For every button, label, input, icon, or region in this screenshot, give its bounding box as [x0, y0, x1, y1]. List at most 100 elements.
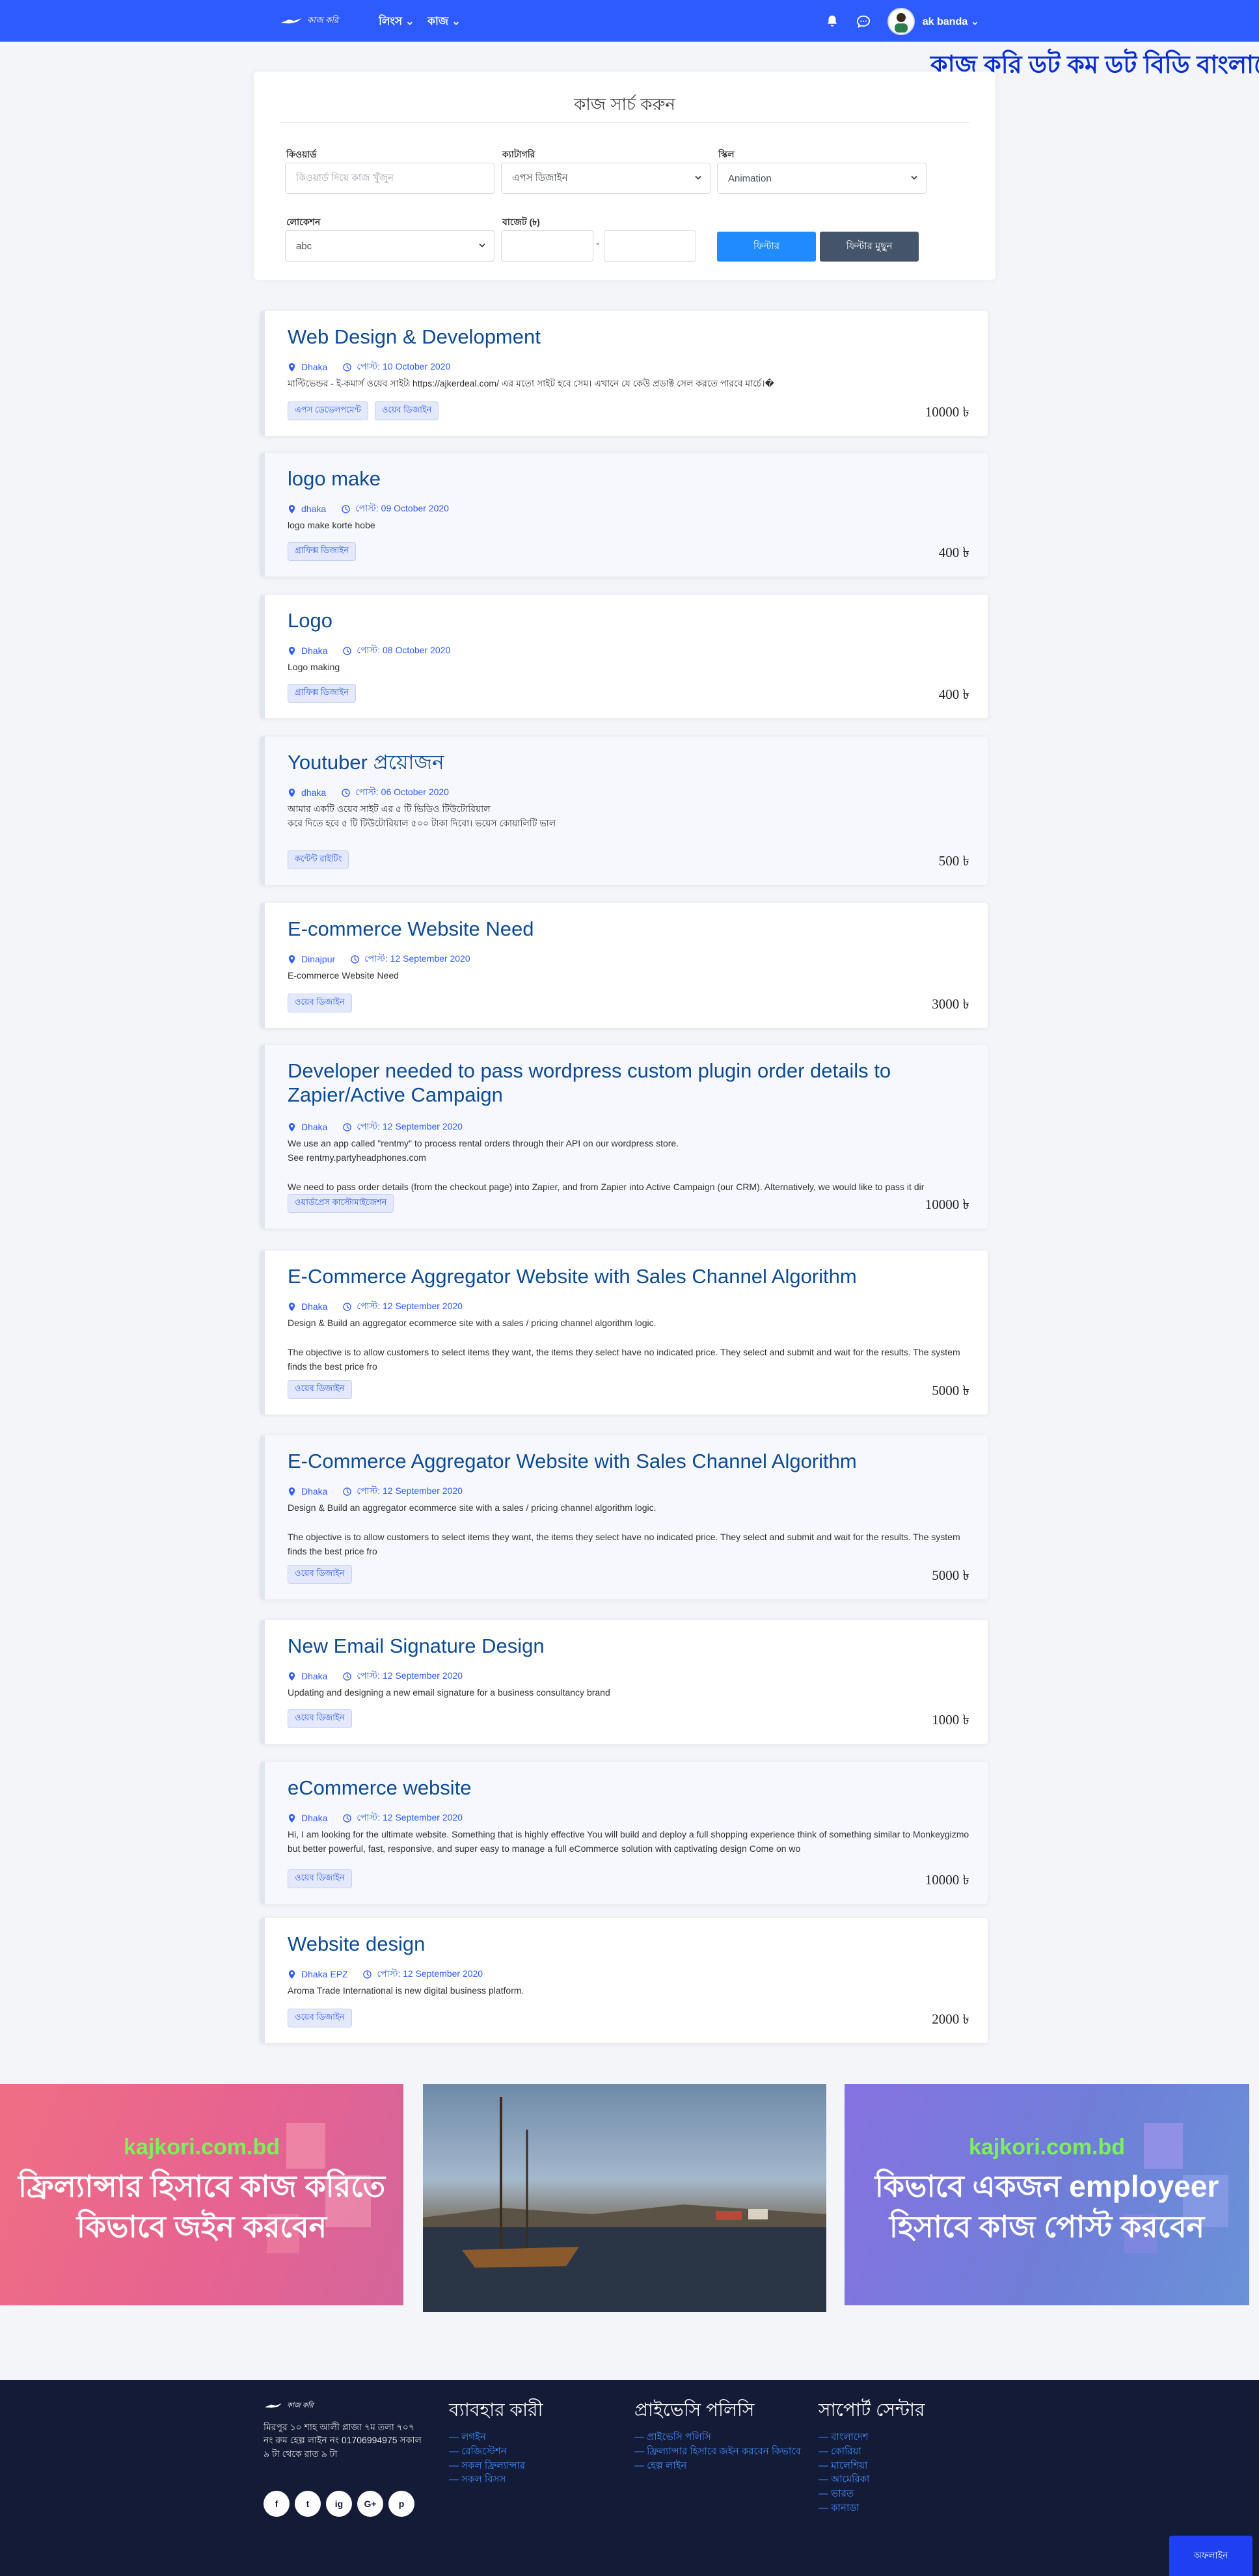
job-card[interactable]: E-commerce Website Need Dinajpur পোস্ট: 1…: [260, 903, 988, 1028]
budget-min-input[interactable]: [501, 230, 593, 262]
job-tag[interactable]: গ্রাফিক্স ডিজাইন: [288, 684, 357, 703]
job-description: Design & Build an aggregator ecommerce s…: [288, 1502, 960, 1557]
job-tags: ওয়ার্ডপ্রেস কাস্টোমাইজেশন: [288, 1194, 394, 1213]
footer-logo[interactable]: কাজ করি: [264, 2400, 314, 2412]
job-tag[interactable]: ওয়েব ডিজাইন: [288, 2009, 352, 2027]
job-title[interactable]: logo make: [288, 467, 938, 491]
google-plus-icon[interactable]: G+: [357, 2491, 383, 2517]
job-posted-date: পোস্ট: 12 September 2020: [357, 1121, 463, 1132]
job-card[interactable]: logo make dhaka পোস্ট: 09 October 2020 log…: [260, 453, 988, 576]
job-title[interactable]: New Email Signature Design: [288, 1634, 938, 1659]
job-card[interactable]: Web Design & Development Dhaka পোস্ট: 10 …: [260, 311, 988, 436]
job-tag[interactable]: কন্টেন্ট রাইটিং: [288, 850, 349, 869]
footer-link[interactable]: ফ্রিল্যান্সার হিসাবে জইন করবেন কিভাবে: [634, 2445, 804, 2459]
banner-post-job[interactable]: kajkori.com.bd কিভাবে একজন employeer হিস…: [845, 2084, 1249, 2305]
footer-link[interactable]: কোরিয়া: [819, 2445, 925, 2459]
footer-link[interactable]: বাংলাদেশ: [819, 2430, 925, 2445]
offline-chat-button[interactable]: অফলাইন: [1169, 2536, 1252, 2576]
job-location: Dhaka: [301, 1301, 328, 1312]
job-description: Logo making: [288, 662, 340, 672]
job-title[interactable]: Developer needed to pass wordpress custo…: [288, 1059, 938, 1107]
instagram-icon[interactable]: ig: [326, 2491, 352, 2517]
job-posted-date: পোস্ট: 12 September 2020: [357, 1485, 463, 1496]
banner-join-freelancer[interactable]: kajkori.com.bd ফ্রিল্যান্সার হিসাবে কাজ …: [0, 2084, 403, 2305]
filter-button[interactable]: ফিল্টার: [717, 232, 816, 262]
nav-item-jobs[interactable]: কাজ ⌄: [427, 13, 461, 31]
pinterest-icon[interactable]: p: [388, 2491, 414, 2517]
job-card[interactable]: E-Commerce Aggregator Website with Sales…: [260, 1251, 988, 1415]
clear-filter-button[interactable]: ফিল্টার মুছুন: [820, 232, 919, 262]
job-price: 500 ৳: [938, 853, 969, 869]
job-card[interactable]: Website design Dhaka EPZ পোস্ট: 12 Septem…: [260, 1918, 988, 2043]
job-title[interactable]: E-Commerce Aggregator Website with Sales…: [288, 1450, 938, 1474]
skill-value: Animation: [728, 172, 772, 184]
job-location: Dhaka: [301, 1813, 328, 1823]
job-title[interactable]: E-commerce Website Need: [288, 917, 938, 942]
category-label: ক্যাটাগরি: [502, 149, 535, 159]
footer-link[interactable]: প্রাইভেসি পলিসি: [634, 2430, 804, 2445]
footer-link[interactable]: সকল ফ্রিল্যান্সার: [449, 2459, 543, 2473]
keyword-input[interactable]: কিওয়ার্ড দিয়ে কাজ খুঁজুন: [285, 163, 494, 194]
job-tag[interactable]: ওয়েব ডিজাইন: [288, 1869, 352, 1888]
skill-select[interactable]: Animation: [717, 163, 927, 194]
job-tag[interactable]: ওয়েব ডিজাইন: [374, 401, 439, 420]
job-meta: Dhaka EPZ পোস্ট: 12 September 2020: [288, 1966, 483, 1982]
facebook-icon[interactable]: f: [264, 2491, 290, 2517]
banner-line-1: কিভাবে একজন employeer: [874, 2169, 1219, 2203]
job-card[interactable]: Logo Dhaka পোস্ট: 08 October 2020 Logo mak…: [260, 595, 988, 718]
job-card[interactable]: eCommerce website Dhaka পোস্ট: 12 Septemb…: [260, 1762, 988, 1904]
site-logo[interactable]: কাজ করি: [280, 14, 338, 28]
footer: কাজ করি মিরপুর ১০ শাহ আলী প্লাজা ৭ম তলা …: [0, 2380, 1259, 2576]
footer-link[interactable]: লগইন: [449, 2430, 543, 2445]
job-title[interactable]: eCommerce website: [288, 1776, 938, 1800]
footer-link[interactable]: আমেরিকা: [819, 2473, 925, 2487]
job-tag[interactable]: ওয়েব ডিজাইন: [288, 1565, 352, 1584]
user-menu[interactable]: ak banda ⌄: [923, 15, 979, 28]
banner-site-name: kajkori.com.bd: [124, 2135, 280, 2160]
nav-item-links[interactable]: লিংস ⌄: [379, 13, 414, 31]
job-posted-date: পোস্ট: 10 October 2020: [357, 361, 451, 372]
job-tag[interactable]: গ্রাফিক্স ডিজাইন: [288, 542, 357, 561]
budget-max-input[interactable]: [604, 230, 696, 262]
location-label: লোকেশন: [286, 217, 321, 227]
footer-link[interactable]: রেজিস্টেশন: [449, 2445, 543, 2459]
job-location: Dhaka EPZ: [301, 1969, 348, 1979]
bell-icon[interactable]: [825, 14, 839, 29]
job-title[interactable]: Youtuber প্রয়োজন: [288, 751, 938, 775]
job-title[interactable]: Web Design & Development: [288, 325, 938, 349]
job-title[interactable]: E-Commerce Aggregator Website with Sales…: [288, 1265, 938, 1289]
job-card[interactable]: New Email Signature Design Dhaka পোস্ট: 1…: [260, 1620, 988, 1744]
job-tag[interactable]: ওয়েব ডিজাইন: [288, 1709, 352, 1728]
job-tag[interactable]: ওয়েব ডিজাইন: [288, 994, 352, 1012]
category-select[interactable]: এপস ডিজাইন: [501, 163, 711, 194]
footer-link[interactable]: সকল বিসস: [449, 2473, 543, 2487]
job-tag[interactable]: ওয়েব ডিজাইন: [288, 1380, 352, 1399]
job-tag[interactable]: এপস ডেভেলপমেন্ট: [288, 401, 368, 420]
job-card[interactable]: E-Commerce Aggregator Website with Sales…: [260, 1435, 988, 1599]
job-card[interactable]: Youtuber প্রয়োজন dhaka পোস্ট: 06 October…: [260, 737, 988, 885]
location-pin-icon: [288, 646, 295, 655]
job-meta: dhaka পোস্ট: 09 October 2020: [288, 501, 449, 517]
footer-col-support: সাপোর্ট সেন্টার বাংলাদেশ কোরিয়া মালেশিয…: [819, 2396, 925, 2515]
job-title[interactable]: Logo: [288, 609, 938, 633]
footer-link[interactable]: মালেশিয়া: [819, 2459, 925, 2473]
job-location: Dinajpur: [301, 954, 336, 964]
avatar[interactable]: [887, 8, 915, 35]
job-price: 400 ৳: [938, 545, 969, 560]
job-location: dhaka: [301, 504, 327, 514]
footer-link[interactable]: হেল্প লাইন: [634, 2459, 804, 2473]
job-posted-date: পোস্ট: 06 October 2020: [355, 787, 449, 797]
location-select[interactable]: abc: [285, 230, 494, 262]
footer-col-users: ব্যাবহার কারী লগইন রেজিস্টেশন সকল ফ্রিল্…: [449, 2396, 543, 2487]
job-tag[interactable]: ওয়ার্ডপ্রেস কাস্টোমাইজেশন: [288, 1194, 394, 1213]
job-title[interactable]: Website design: [288, 1932, 938, 1957]
footer-link[interactable]: ভারত: [819, 2487, 925, 2501]
job-card[interactable]: Developer needed to pass wordpress custo…: [260, 1045, 988, 1228]
job-location: Dhaka: [301, 1486, 328, 1497]
job-tags: ওয়েব ডিজাইন: [288, 1565, 352, 1584]
job-search-card: কাজ সার্চ করুন কিওয়ার্ড কিওয়ার্ড দিয়ে…: [254, 72, 995, 280]
chat-icon[interactable]: [856, 14, 871, 29]
twitter-icon[interactable]: t: [295, 2491, 321, 2517]
footer-link[interactable]: কানাডা: [819, 2501, 925, 2515]
job-tags: ওয়েব ডিজাইন: [288, 1709, 352, 1728]
